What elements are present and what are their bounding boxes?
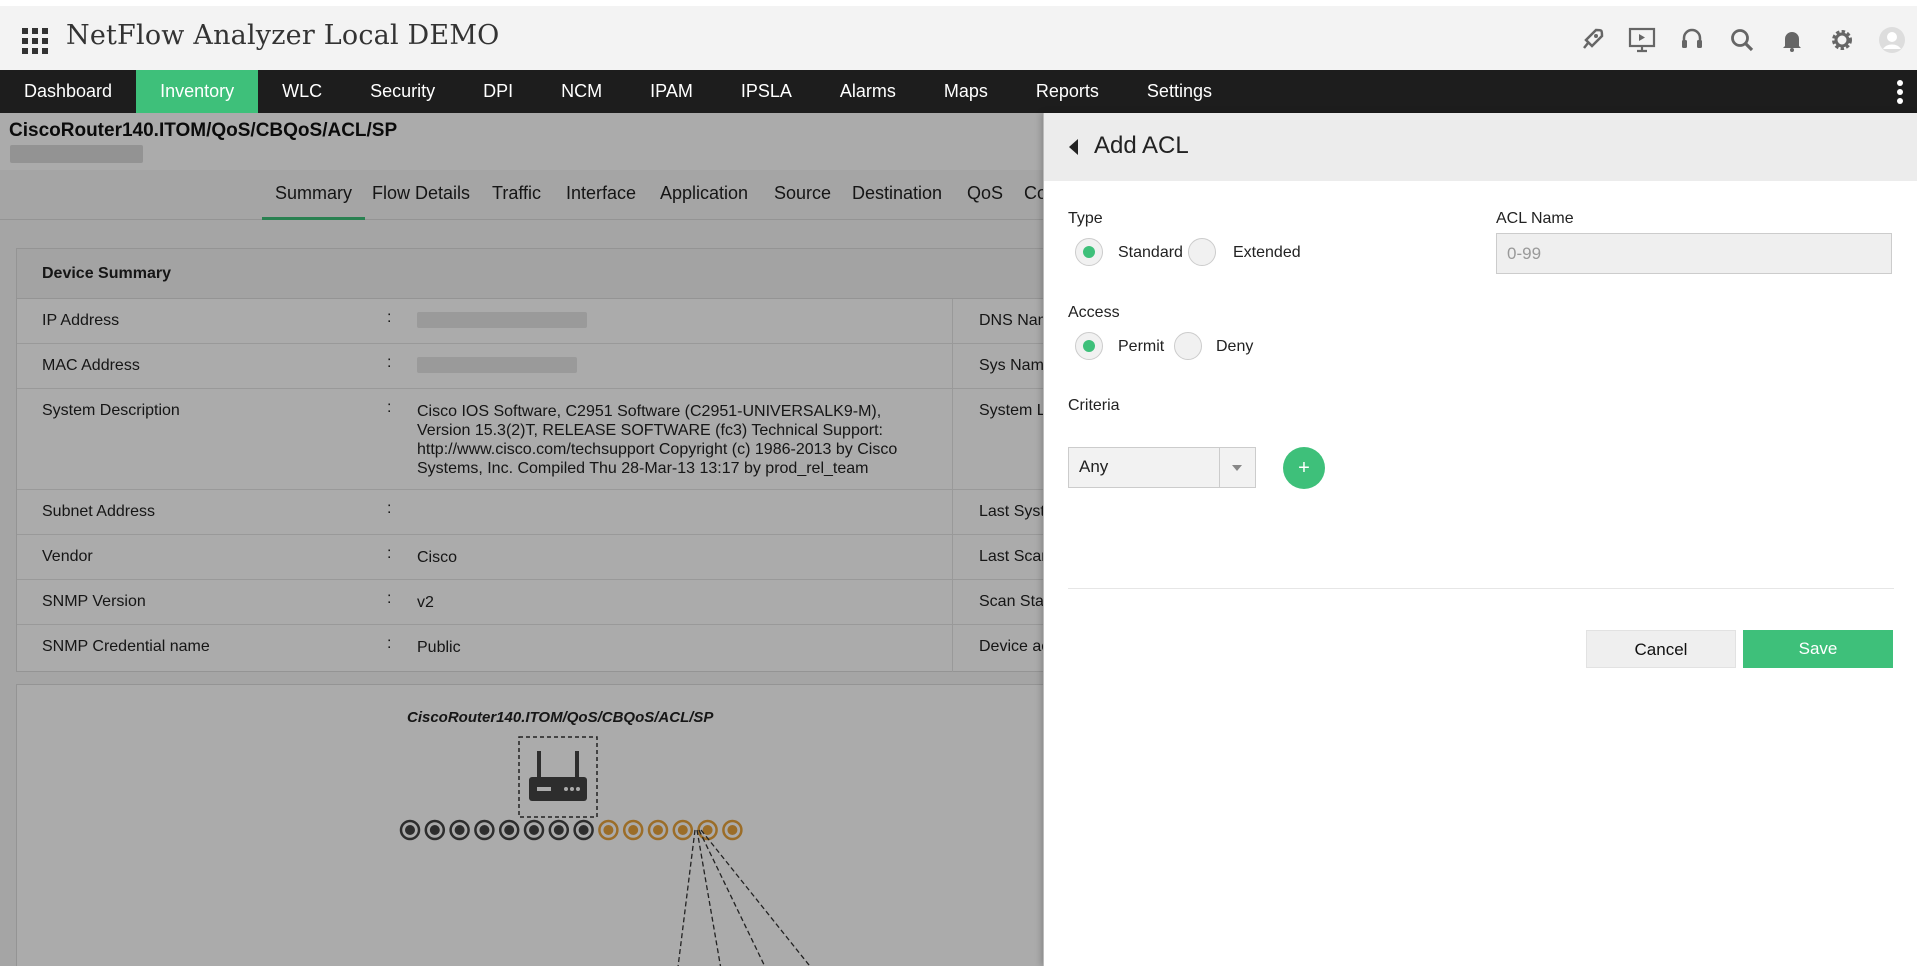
radio-permit[interactable]	[1075, 332, 1103, 360]
app-grid-icon[interactable]	[22, 28, 48, 54]
back-arrow-icon[interactable]	[1069, 139, 1078, 155]
radio-standard[interactable]	[1075, 238, 1103, 266]
app-title: NetFlow Analyzer Local DEMO	[66, 20, 500, 51]
bell-icon[interactable]	[1767, 20, 1817, 60]
radio-standard-label[interactable]: Standard	[1118, 244, 1183, 262]
main-nav: Dashboard Inventory WLC Security DPI NCM…	[0, 70, 1917, 113]
radio-extended-label[interactable]: Extended	[1233, 244, 1301, 262]
cancel-button[interactable]: Cancel	[1586, 630, 1736, 668]
add-acl-panel: Add ACL Type Standard Extended ACL Name …	[1043, 113, 1917, 966]
modal-overlay[interactable]	[0, 113, 1043, 966]
access-label: Access	[1068, 304, 1120, 321]
search-icon[interactable]	[1717, 20, 1767, 60]
nav-settings[interactable]: Settings	[1123, 70, 1236, 113]
gear-icon[interactable]	[1817, 20, 1867, 60]
add-criteria-button[interactable]: +	[1283, 447, 1325, 489]
nav-alarms[interactable]: Alarms	[816, 70, 920, 113]
divider	[1068, 588, 1894, 589]
nav-dpi[interactable]: DPI	[459, 70, 537, 113]
app-header: NetFlow Analyzer Local DEMO	[0, 0, 1917, 70]
save-button[interactable]: Save	[1743, 630, 1893, 668]
acl-name-label: ACL Name	[1496, 210, 1574, 227]
nav-ncm[interactable]: NCM	[537, 70, 626, 113]
radio-deny[interactable]	[1174, 332, 1202, 360]
chevron-down-icon[interactable]	[1232, 465, 1242, 471]
user-avatar-icon[interactable]	[1867, 20, 1917, 60]
rocket-icon[interactable]	[1567, 20, 1617, 60]
nav-dashboard[interactable]: Dashboard	[0, 70, 136, 113]
presentation-icon[interactable]	[1617, 20, 1667, 60]
criteria-label: Criteria	[1068, 397, 1120, 414]
radio-permit-label[interactable]: Permit	[1118, 338, 1164, 356]
nav-reports[interactable]: Reports	[1012, 70, 1123, 113]
type-label: Type	[1068, 210, 1103, 227]
nav-inventory[interactable]: Inventory	[136, 70, 259, 113]
panel-header: Add ACL	[1044, 113, 1917, 181]
nav-ipsla[interactable]: IPSLA	[717, 70, 816, 113]
nav-maps[interactable]: Maps	[920, 70, 1012, 113]
acl-name-input[interactable]	[1496, 233, 1892, 274]
header-icons	[1567, 20, 1917, 60]
nav-security[interactable]: Security	[346, 70, 459, 113]
panel-title: Add ACL	[1094, 132, 1189, 159]
criteria-select[interactable]: Any	[1068, 447, 1256, 488]
headset-icon[interactable]	[1667, 20, 1717, 60]
nav-wlc[interactable]: WLC	[258, 70, 346, 113]
radio-extended[interactable]	[1188, 238, 1216, 266]
more-menu-icon[interactable]	[1897, 80, 1903, 104]
nav-ipam[interactable]: IPAM	[626, 70, 717, 113]
criteria-selected-value: Any	[1079, 457, 1109, 476]
radio-deny-label[interactable]: Deny	[1216, 338, 1253, 356]
